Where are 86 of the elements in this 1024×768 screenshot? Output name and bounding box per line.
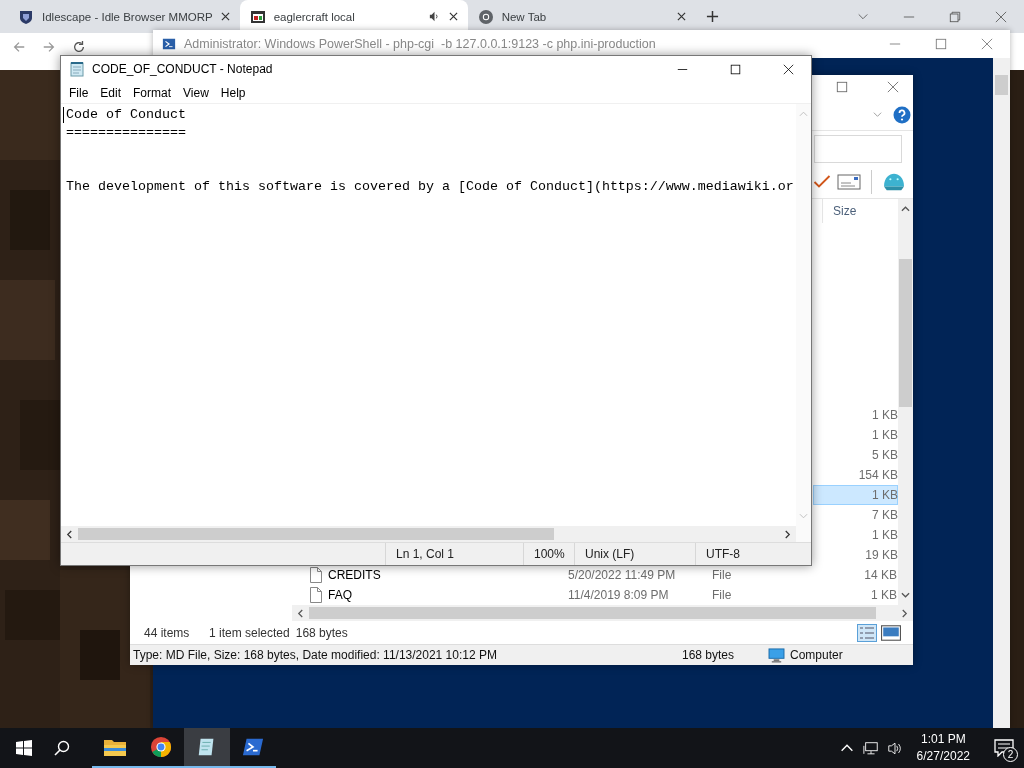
search-field[interactable] [814, 134, 902, 163]
location-text: Computer [790, 648, 843, 663]
search-icon[interactable] [54, 740, 70, 756]
selection-size: 168 bytes [295, 625, 348, 640]
clock-date: 6/27/2022 [916, 748, 970, 765]
powershell-icon [162, 37, 176, 51]
file-row[interactable]: 1 KB [813, 405, 898, 426]
selection-count: 1 item selected [209, 625, 290, 640]
file-date: 11/4/2019 8:09 PM [568, 588, 669, 603]
file-row[interactable]: 5 KB [813, 445, 898, 466]
file-name: FAQ [328, 588, 352, 603]
file-size: 1 KB [871, 588, 897, 603]
text-line: The development of this software is covered by a [Code of Conduct](https://www.mediawiki.or [66, 178, 794, 196]
file-date: 5/20/2022 11:49 PM [568, 568, 676, 583]
menu-item[interactable]: Format [127, 85, 178, 100]
notepad-icon [69, 61, 85, 77]
notification-badge: 2 [1003, 747, 1018, 762]
speaker-icon[interactable] [886, 740, 903, 756]
start-icon[interactable] [16, 740, 32, 756]
file-name: CREDITS [328, 568, 381, 583]
close-icon[interactable] [676, 12, 686, 21]
file-size: 1 KB [872, 488, 898, 503]
file-row[interactable]: 19 KB [813, 545, 898, 566]
file-size: 1 KB [872, 428, 898, 443]
network-icon[interactable] [862, 740, 879, 756]
plus-icon[interactable] [705, 10, 719, 23]
text-line: =============== [66, 124, 186, 142]
restore-icon[interactable] [949, 11, 961, 23]
file-row[interactable]: CREDITS 5/20/2022 11:49 PM File 14 KB [130, 565, 898, 586]
file-type: File [712, 568, 732, 583]
file-icon [310, 587, 322, 604]
chrome-icon [149, 736, 173, 758]
reload-icon[interactable] [72, 40, 86, 54]
browser-tab[interactable]: Idlescape - Idle Browser MMORP [8, 0, 240, 33]
file-size: 1 KB [872, 528, 898, 543]
scrollbar[interactable] [61, 526, 811, 542]
close-icon[interactable] [783, 63, 794, 75]
file-size: 14 KB [864, 568, 897, 583]
file-type: File [712, 588, 732, 603]
file-row[interactable]: 7 KB [813, 505, 898, 526]
file-size: 7 KB [872, 508, 898, 523]
browser-tab[interactable]: New Tab [467, 0, 696, 33]
file-size: 154 KB [858, 468, 898, 483]
file-size: 19 KB [865, 548, 898, 563]
thumbnail-view-icon[interactable] [881, 623, 901, 642]
notification-icon[interactable] [994, 739, 1014, 757]
status-cell: Ln 1, Col 1 [385, 543, 523, 565]
menu-item[interactable]: File [63, 85, 95, 100]
file-row[interactable]: 1 KB [813, 485, 898, 506]
window-title: CODE_OF_CONDUCT - Notepad [92, 62, 273, 76]
clock[interactable]: 1:01 PM 6/27/2022 [916, 731, 970, 765]
envelope-icon[interactable] [837, 172, 861, 193]
menu-item[interactable]: Help [214, 85, 252, 100]
scrollbar[interactable] [292, 605, 913, 622]
close-icon[interactable] [220, 12, 230, 21]
file-row[interactable]: 1 KB [813, 525, 898, 546]
status-cell: 100% [523, 543, 574, 565]
taskbar-button[interactable] [184, 728, 230, 768]
window-icon [249, 8, 266, 25]
powershell-icon [241, 736, 265, 758]
chrome-icon [477, 8, 494, 25]
maximize-icon[interactable] [730, 63, 741, 75]
file-row[interactable]: FAQ 11/4/2019 8:09 PM File 1 KB [130, 585, 898, 606]
file-row[interactable]: 1 KB [813, 425, 898, 446]
menu-item[interactable]: View [177, 85, 215, 100]
file-row[interactable]: 154 KB [813, 465, 898, 486]
file-size: 5 KB [872, 448, 898, 463]
speaker-icon[interactable] [427, 10, 441, 23]
computer-icon [768, 647, 785, 663]
status-cell: UTF-8 [695, 543, 811, 565]
text-cursor [63, 107, 64, 123]
menu-item[interactable]: Edit [94, 85, 128, 100]
close-icon[interactable] [448, 12, 458, 21]
help-icon[interactable] [893, 105, 911, 124]
text-line: Code of Conduct [66, 106, 186, 124]
item-count: 44 items [144, 625, 191, 640]
window-title: Administrator: Windows PowerShell - php-cgi -b 127.0.0.1:9123 -c php.ini-production [184, 37, 656, 51]
status-cell: Unix (LF) [574, 543, 695, 565]
details-size: 168 bytes [681, 648, 736, 663]
scrollbar[interactable] [898, 199, 913, 606]
shell-icon[interactable] [882, 172, 906, 193]
shield-icon [18, 8, 34, 25]
file-size: 1 KB [872, 408, 898, 423]
scrollbar[interactable] [993, 58, 1010, 728]
details-text: Type: MD File, Size: 168 bytes, Date modified: 11/13/2021 10:12 PM [132, 648, 498, 663]
clock-time: 1:01 PM [920, 731, 966, 748]
